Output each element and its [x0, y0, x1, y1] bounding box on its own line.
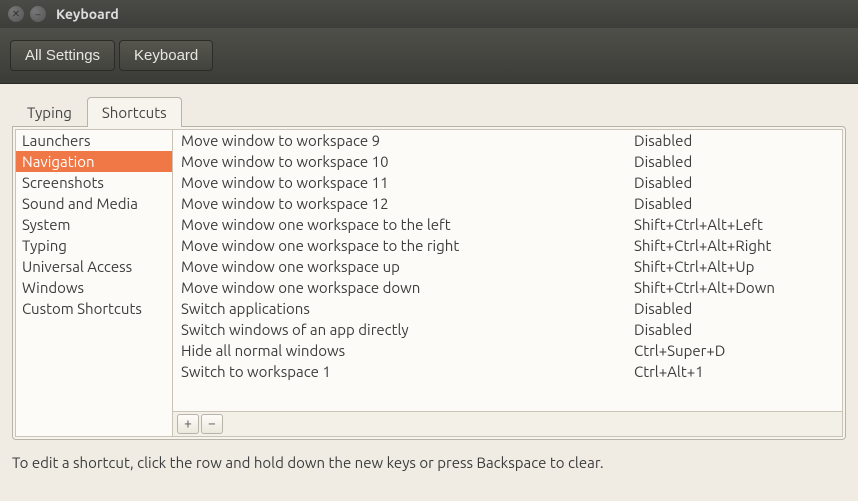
shortcut-key: Disabled — [634, 132, 834, 149]
shortcut-row[interactable]: Move window one workspace to the leftShi… — [173, 214, 842, 235]
shortcut-row[interactable]: Move window to workspace 11Disabled — [173, 172, 842, 193]
shortcut-key: Shift+Ctrl+Alt+Right — [634, 237, 834, 254]
toolbar: All Settings Keyboard — [0, 28, 858, 84]
shortcut-list: Move window to workspace 9DisabledMove w… — [173, 129, 843, 412]
keyboard-button[interactable]: Keyboard — [119, 40, 213, 71]
shortcut-row[interactable]: Switch windows of an app directlyDisable… — [173, 319, 842, 340]
category-sidebar: LaunchersNavigationScreenshotsSound and … — [15, 129, 173, 437]
sidebar-item-typing[interactable]: Typing — [16, 235, 172, 256]
sidebar-item-navigation[interactable]: Navigation — [16, 151, 172, 172]
shortcut-row[interactable]: Move window to workspace 12Disabled — [173, 193, 842, 214]
shortcut-action: Switch applications — [181, 300, 634, 317]
shortcut-action: Move window one workspace to the left — [181, 216, 634, 233]
shortcut-key: Disabled — [634, 321, 834, 338]
titlebar: ✕ – Keyboard — [0, 0, 858, 28]
shortcut-key: Shift+Ctrl+Alt+Down — [634, 279, 834, 296]
close-icon[interactable]: ✕ — [8, 6, 24, 22]
shortcut-key: Disabled — [634, 195, 834, 212]
shortcut-action: Move window to workspace 10 — [181, 153, 634, 170]
shortcut-row[interactable]: Move window one workspace downShift+Ctrl… — [173, 277, 842, 298]
sidebar-item-system[interactable]: System — [16, 214, 172, 235]
sidebar-item-windows[interactable]: Windows — [16, 277, 172, 298]
window-title: Keyboard — [56, 6, 119, 22]
tab-typing[interactable]: Typing — [12, 97, 87, 127]
sidebar-item-universal-access[interactable]: Universal Access — [16, 256, 172, 277]
content-area: Typing Shortcuts LaunchersNavigationScre… — [0, 84, 858, 440]
add-shortcut-button[interactable]: + — [177, 414, 199, 434]
sidebar-item-screenshots[interactable]: Screenshots — [16, 172, 172, 193]
tab-bar: Typing Shortcuts — [12, 96, 846, 126]
sidebar-item-sound-and-media[interactable]: Sound and Media — [16, 193, 172, 214]
all-settings-button[interactable]: All Settings — [10, 40, 115, 71]
shortcut-action: Move window to workspace 9 — [181, 132, 634, 149]
shortcut-action: Move window one workspace up — [181, 258, 634, 275]
shortcut-row[interactable]: Switch to workspace 1Ctrl+Alt+1 — [173, 361, 842, 382]
minimize-icon[interactable]: – — [30, 6, 46, 22]
shortcut-row[interactable]: Move window one workspace upShift+Ctrl+A… — [173, 256, 842, 277]
shortcut-key: Shift+Ctrl+Alt+Up — [634, 258, 834, 275]
shortcut-action: Move window to workspace 11 — [181, 174, 634, 191]
sidebar-item-custom-shortcuts[interactable]: Custom Shortcuts — [16, 298, 172, 319]
shortcut-key: Ctrl+Super+D — [634, 342, 834, 359]
tab-shortcuts[interactable]: Shortcuts — [87, 97, 182, 127]
shortcut-action: Move window to workspace 12 — [181, 195, 634, 212]
shortcut-row[interactable]: Move window to workspace 10Disabled — [173, 151, 842, 172]
shortcut-key: Shift+Ctrl+Alt+Left — [634, 216, 834, 233]
hint-text: To edit a shortcut, click the row and ho… — [0, 440, 858, 485]
shortcut-button-bar: + − — [173, 412, 843, 437]
remove-shortcut-button[interactable]: − — [201, 414, 223, 434]
shortcut-action: Hide all normal windows — [181, 342, 634, 359]
shortcut-row[interactable]: Move window to workspace 9Disabled — [173, 130, 842, 151]
shortcut-action: Switch windows of an app directly — [181, 321, 634, 338]
shortcut-action: Move window one workspace down — [181, 279, 634, 296]
shortcut-action: Switch to workspace 1 — [181, 363, 634, 380]
shortcuts-panel: LaunchersNavigationScreenshotsSound and … — [12, 126, 846, 440]
shortcut-action: Move window one workspace to the right — [181, 237, 634, 254]
shortcut-row[interactable]: Hide all normal windowsCtrl+Super+D — [173, 340, 842, 361]
shortcut-row[interactable]: Switch applicationsDisabled — [173, 298, 842, 319]
shortcut-key: Disabled — [634, 153, 834, 170]
shortcut-row[interactable]: Move window one workspace to the rightSh… — [173, 235, 842, 256]
shortcut-key: Ctrl+Alt+1 — [634, 363, 834, 380]
shortcut-key: Disabled — [634, 174, 834, 191]
shortcut-key: Disabled — [634, 300, 834, 317]
sidebar-item-launchers[interactable]: Launchers — [16, 130, 172, 151]
shortcuts-main: Move window to workspace 9DisabledMove w… — [173, 129, 843, 437]
